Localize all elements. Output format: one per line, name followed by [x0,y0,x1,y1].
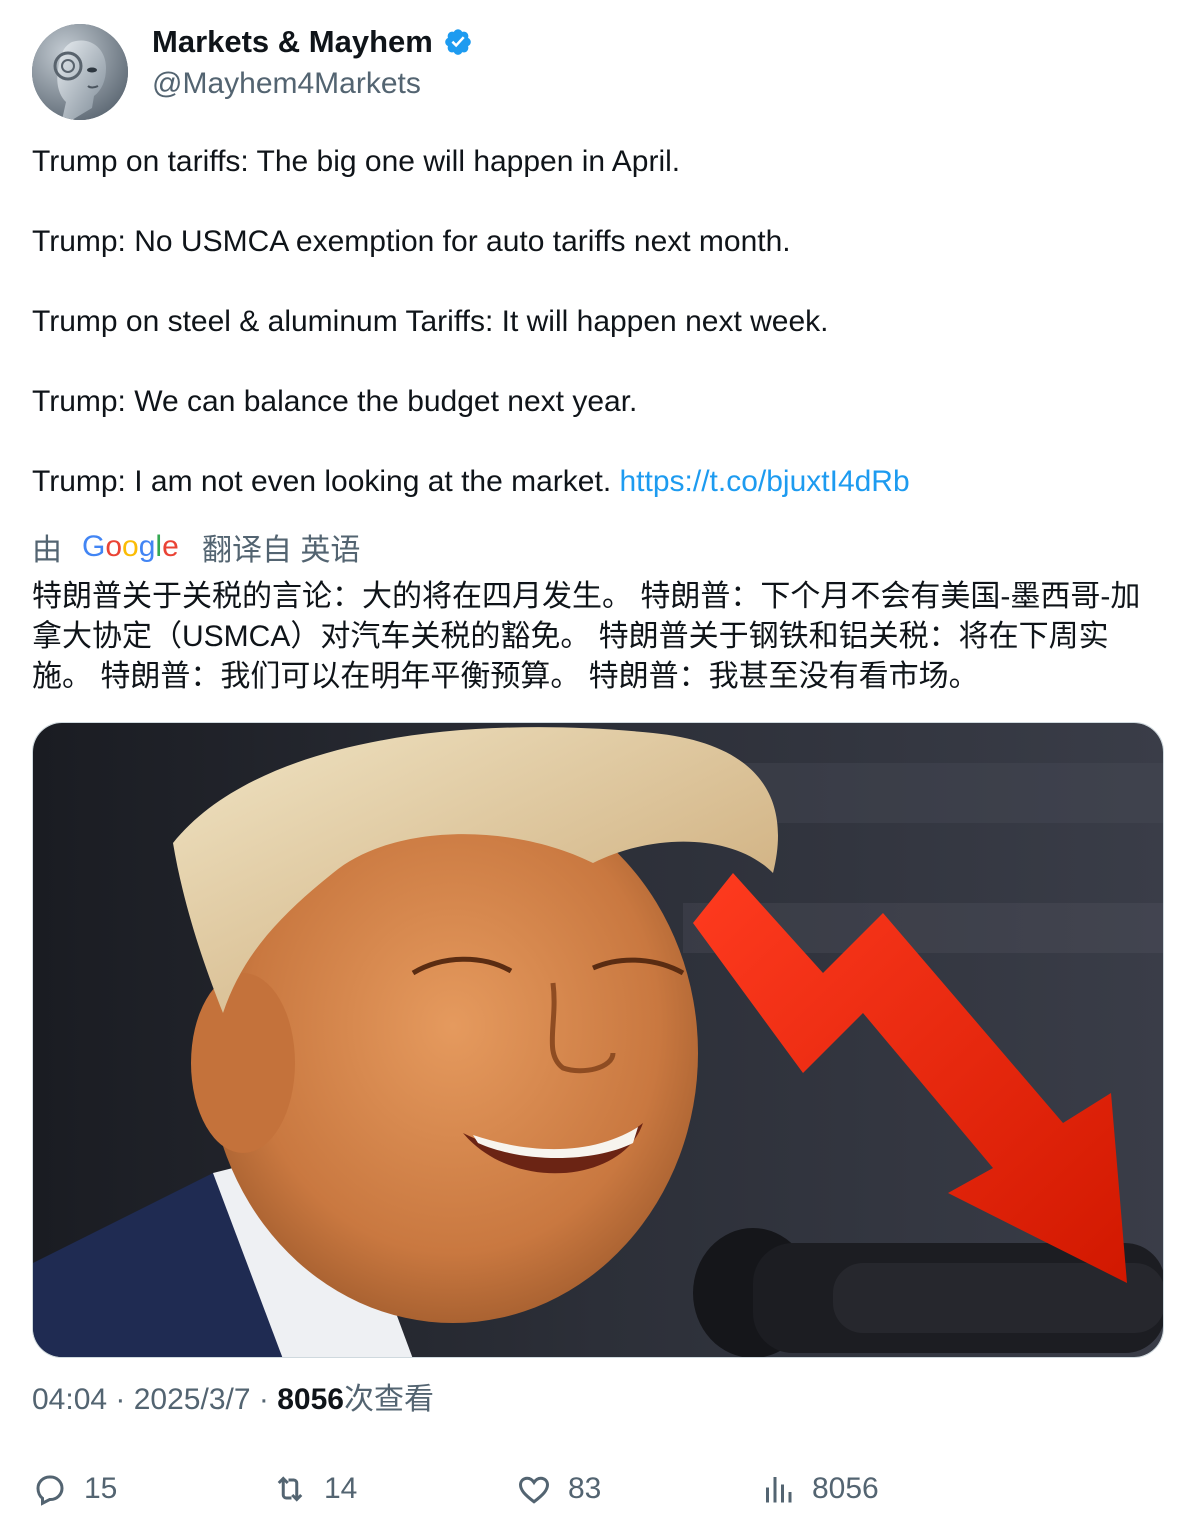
tweet-media-image[interactable] [32,722,1164,1358]
like-count: 83 [568,1472,602,1505]
tweet-header: Markets & Mayhem @Mayhem4Markets [32,24,1162,120]
tweet-line: Trump on tariffs: The big one will happe… [32,145,681,178]
analytics-icon [766,1477,792,1503]
name-row: Markets & Mayhem [152,24,473,60]
robot-avatar-image [32,24,128,120]
svg-text:Google: Google [82,530,179,563]
like-button[interactable]: 83 [516,1462,601,1516]
retweet-button[interactable]: 14 [272,1462,357,1516]
tweet-link[interactable]: https://t.co/bjuxtI4dRb [620,465,910,498]
photo-icon [33,723,1163,1357]
tweet-line: Trump: No USMCA exemption for auto tarif… [32,225,791,258]
tweet-actions: 15 14 83 8056 [32,1462,1162,1516]
tweet-time[interactable]: 04:04 [32,1383,107,1416]
tweet-date[interactable]: 2025/3/7 [134,1383,251,1416]
display-name[interactable]: Markets & Mayhem [152,24,433,60]
tweet-meta: 04:04 · 2025/3/7 · 8056次查看 [32,1380,434,1420]
tweet-line: Trump: We can balance the budget next ye… [32,385,638,418]
views-count: 8056 [277,1383,344,1416]
heart-icon [518,1476,550,1504]
views-label: 次查看 [343,1383,434,1416]
retweet-icon [277,1476,303,1502]
translation-suffix[interactable]: 翻译自 英语 [202,525,360,569]
tweet-line-with-link: Trump: I am not even looking at the mark… [32,462,1162,502]
google-logo-icon: Google [82,530,179,563]
reply-icon [36,1475,64,1506]
translation-attribution: 由 Google 翻译自 英语 [32,527,360,567]
tweet-line: Trump on steel & aluminum Tariffs: It wi… [32,305,829,338]
views-button[interactable]: 8056 [760,1462,879,1516]
tweet-text: Trump on tariffs: The big one will happe… [32,142,1162,502]
reply-count: 15 [84,1472,118,1505]
author-handle[interactable]: @Mayhem4Markets [152,64,473,104]
retweet-count: 14 [324,1472,358,1505]
author-info: Markets & Mayhem @Mayhem4Markets [152,24,473,104]
meta-separator: · [107,1383,134,1416]
avatar[interactable] [32,24,128,120]
meta-separator: · [250,1383,278,1416]
views-action-count: 8056 [812,1472,879,1505]
tweet-line: Trump: I am not even looking at the mark… [32,465,612,498]
verified-badge-icon[interactable] [443,27,473,57]
reply-button[interactable]: 15 [32,1462,117,1516]
translation-prefix: 由 [32,534,62,567]
translated-text: 特朗普关于关税的言论：大的将在四月发生。 特朗普：下个月不会有美国-墨西哥-加拿… [32,580,1141,693]
